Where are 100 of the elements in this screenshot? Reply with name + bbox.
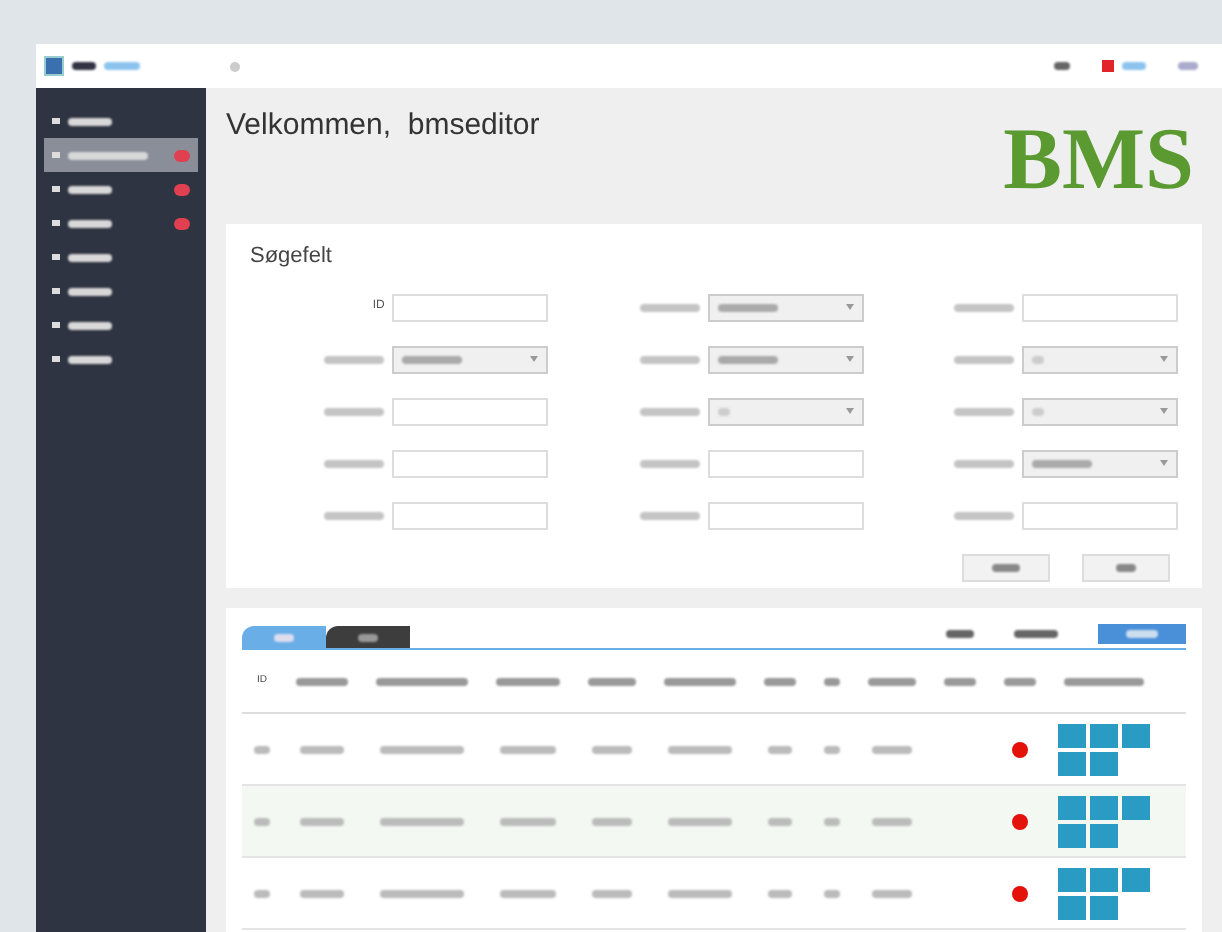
item-icon: [52, 254, 60, 260]
menu-icon[interactable]: [230, 61, 240, 71]
blurred-text: [72, 62, 96, 70]
blurred-text: [1126, 630, 1158, 638]
blurred-text: [496, 677, 560, 685]
action-button[interactable]: [1090, 751, 1118, 775]
blurred-text: [68, 151, 148, 159]
item-icon: [52, 220, 60, 226]
blurred-text: [824, 889, 840, 897]
blurred-text: [1064, 677, 1144, 685]
blurred-text: [68, 287, 112, 295]
blurred-text: [946, 630, 974, 638]
blurred-text: [639, 303, 700, 311]
blurred-text: [1031, 459, 1092, 467]
blurred-text: [764, 677, 796, 685]
blurred-text: [1122, 62, 1146, 70]
dropdown[interactable]: [707, 293, 864, 321]
blurred-text: [254, 889, 270, 897]
blurred-text: [300, 745, 344, 753]
print-link[interactable]: [946, 630, 974, 638]
table-tab[interactable]: [242, 626, 326, 648]
logo-icon: [44, 56, 64, 76]
blurred-text: [380, 889, 464, 897]
blurred-text: [953, 459, 1014, 467]
blurred-text: [1054, 62, 1070, 70]
blurred-text: [668, 817, 732, 825]
dropdown[interactable]: [707, 345, 864, 373]
item-icon: [52, 288, 60, 294]
blurred-text: [296, 677, 348, 685]
input-field[interactable]: [392, 501, 549, 529]
input-field[interactable]: [392, 397, 549, 425]
blurred-text: [254, 745, 270, 753]
blurred-text: [1178, 62, 1198, 70]
table-tab[interactable]: [326, 626, 410, 648]
input-field[interactable]: [1021, 293, 1178, 321]
blurred-text: [324, 355, 385, 363]
export-link[interactable]: [1014, 630, 1058, 638]
blurred-text: [768, 745, 792, 753]
dropdown[interactable]: [1021, 449, 1178, 477]
caret-icon: [1159, 460, 1168, 466]
blurred-text: [68, 219, 112, 227]
action-button[interactable]: [1058, 823, 1086, 847]
action-button[interactable]: [1090, 723, 1118, 747]
blurred-text: [639, 355, 700, 363]
input-field[interactable]: [392, 449, 549, 477]
blurred-text: [588, 677, 636, 685]
blurred-text: [872, 745, 912, 753]
search-button[interactable]: [962, 553, 1050, 581]
blurred-text: [668, 889, 732, 897]
dropdown[interactable]: [1021, 345, 1178, 373]
blurred-text: [592, 889, 632, 897]
blurred-text: [953, 511, 1014, 519]
blurred-text: [872, 889, 912, 897]
blurred-text: [592, 745, 632, 753]
action-button[interactable]: [1058, 723, 1086, 747]
panel-title: Søgefelt: [250, 242, 334, 272]
blurred-text: [639, 511, 700, 519]
blurred-text: [953, 355, 1014, 363]
caret-icon: [845, 304, 854, 310]
action-button[interactable]: [1090, 895, 1118, 919]
dropdown[interactable]: [1021, 397, 1178, 425]
add-button[interactable]: [1098, 624, 1186, 644]
blurred-text: [358, 633, 378, 641]
action-button[interactable]: [1058, 795, 1086, 819]
blurred-text: [992, 563, 1020, 571]
blurred-text: [68, 253, 112, 261]
blurred-text: [500, 889, 556, 897]
action-button[interactable]: [1058, 867, 1086, 891]
blurred-text: [68, 321, 112, 329]
input-field[interactable]: [1021, 501, 1178, 529]
blurred-text: [300, 889, 344, 897]
action-button[interactable]: [1122, 795, 1150, 819]
blurred-text: [639, 407, 700, 415]
action-button[interactable]: [1090, 867, 1118, 891]
blurred-text: [768, 889, 792, 897]
blurred-text: [274, 633, 294, 641]
blurred-text: [254, 817, 270, 825]
dropdown[interactable]: [707, 397, 864, 425]
blurred-text: [592, 817, 632, 825]
blurred-text: [664, 677, 736, 685]
blurred-text: [944, 677, 976, 685]
new-button[interactable]: [1082, 553, 1170, 581]
action-button[interactable]: [1090, 795, 1118, 819]
action-button[interactable]: [1058, 895, 1086, 919]
item-icon: [52, 152, 60, 158]
action-button[interactable]: [1090, 823, 1118, 847]
blurred-text: [768, 817, 792, 825]
blurred-text: [1004, 677, 1036, 685]
action-button[interactable]: [1058, 751, 1086, 775]
blurred-text: [824, 817, 840, 825]
dropdown[interactable]: [392, 345, 549, 373]
input-field[interactable]: [392, 293, 549, 321]
input-field[interactable]: [707, 449, 864, 477]
blurred-text: [717, 407, 730, 415]
action-button[interactable]: [1122, 867, 1150, 891]
blurred-text: [1031, 355, 1044, 363]
input-field[interactable]: [707, 501, 864, 529]
blurred-text: [953, 407, 1014, 415]
blurred-text: [1031, 407, 1044, 415]
action-button[interactable]: [1122, 723, 1150, 747]
